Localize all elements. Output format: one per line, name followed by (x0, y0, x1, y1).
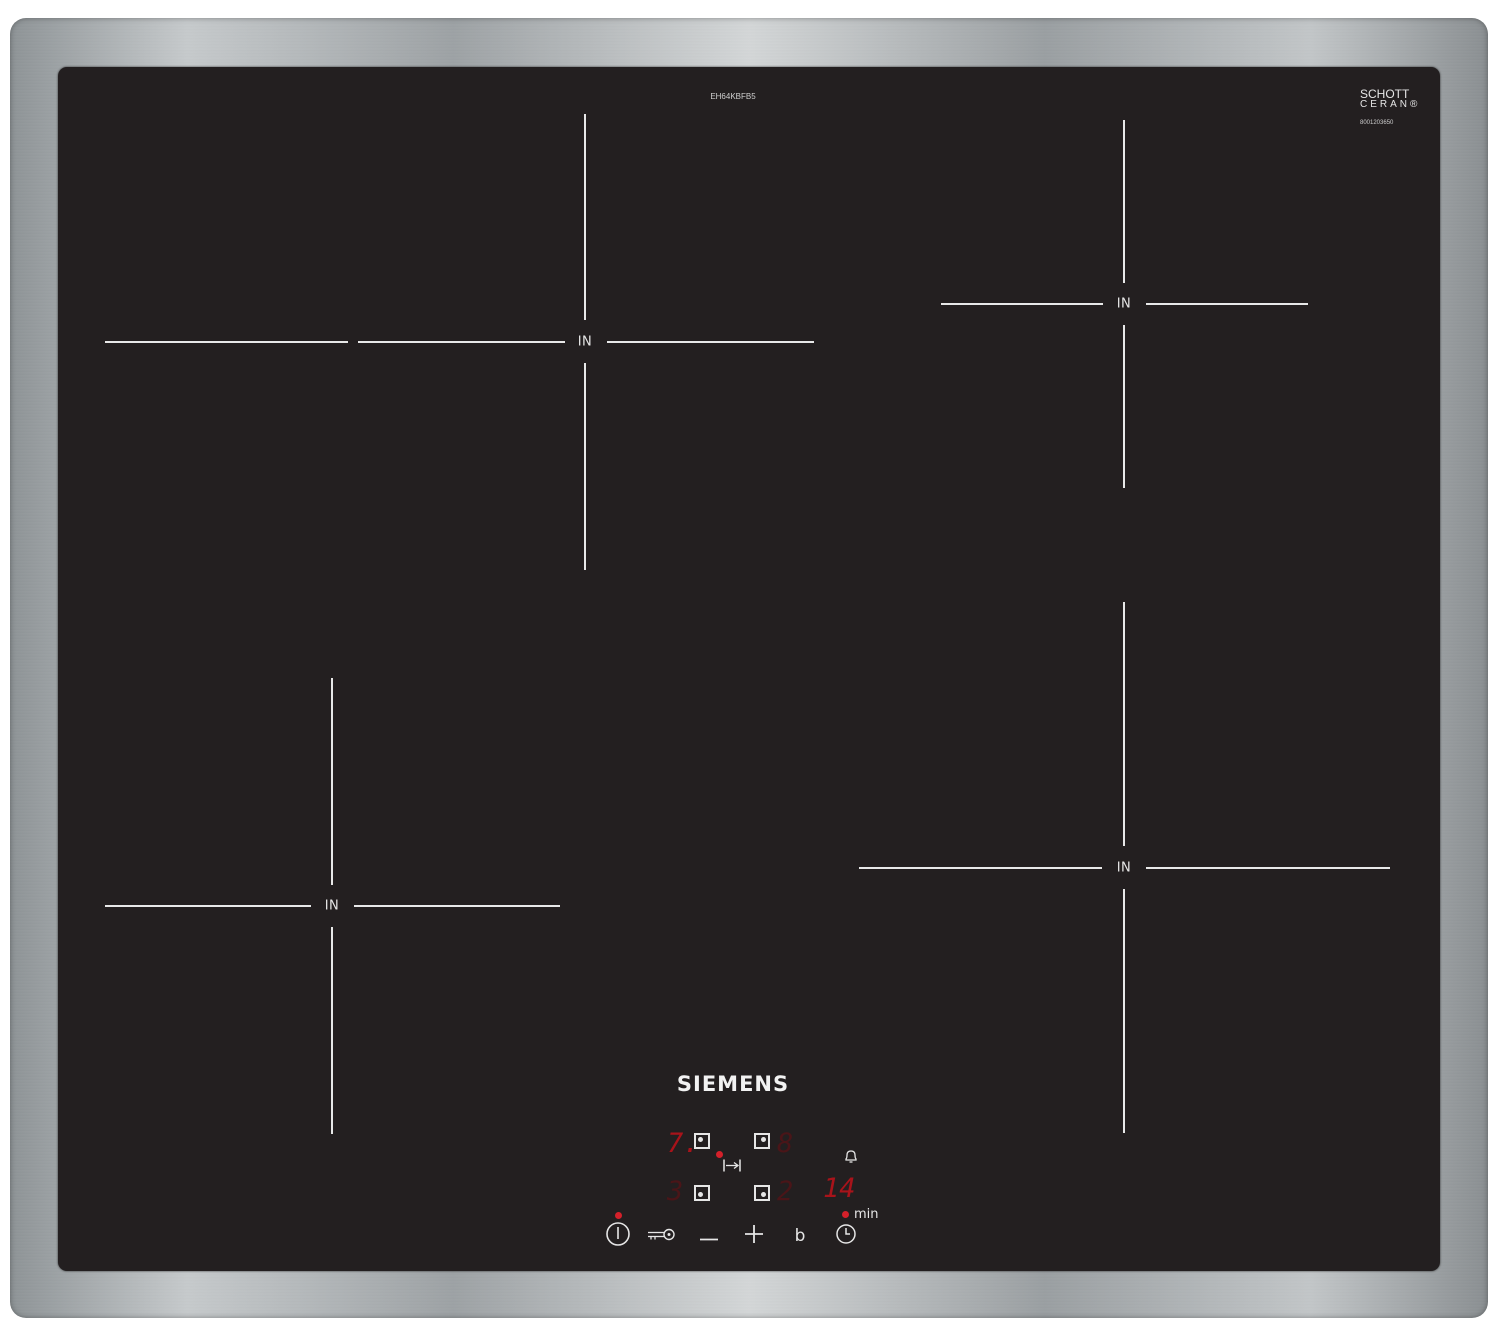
rear-right-power-level-display: 8 (777, 1128, 794, 1159)
zone-label: IN (1116, 860, 1132, 876)
zone-label: IN (324, 898, 340, 914)
zone-marker-line (105, 905, 311, 907)
zone-marker-line (607, 341, 814, 343)
combine-zone-icon[interactable] (723, 1158, 741, 1177)
zone-marker-line (358, 341, 565, 343)
zone-label: IN (577, 334, 593, 350)
zone-marker-line (354, 905, 560, 907)
brand-logo: SIEMENS (676, 1072, 790, 1096)
booster-button[interactable]: b (795, 1226, 806, 1246)
zone-marker-line (331, 678, 333, 885)
zone-marker-line (584, 114, 586, 320)
glass-maker-line2: CERAN® (1360, 99, 1421, 110)
rear-right-zone-selector-icon[interactable] (754, 1133, 770, 1149)
zone-marker-line (1123, 889, 1125, 1133)
bell-icon (843, 1148, 859, 1168)
zone-marker-line (1123, 120, 1125, 283)
plus-icon (745, 1225, 763, 1243)
minus-button[interactable] (699, 1227, 719, 1246)
rear-left-indicator-dot-icon (716, 1151, 723, 1158)
zone-marker-line (1146, 303, 1308, 305)
glass-code: 8001203650 (1360, 120, 1394, 126)
plus-button[interactable] (744, 1224, 764, 1248)
zone-marker-line (584, 363, 586, 570)
zone-marker-line (105, 341, 348, 343)
key-icon (648, 1228, 675, 1241)
zone-marker-line (1123, 325, 1125, 488)
zone-marker-line (859, 867, 1102, 869)
zone-marker-line (941, 303, 1103, 305)
minus-icon (700, 1238, 718, 1241)
timer-indicator-dot-icon (842, 1211, 849, 1218)
front-right-zone-selector-icon[interactable] (754, 1185, 770, 1201)
front-left-power-level-display: 3 (667, 1176, 684, 1207)
timer-unit-label: min (854, 1207, 879, 1222)
front-left-zone-selector-icon[interactable] (694, 1185, 710, 1201)
glass-maker-logo: SCHOTT CERAN® (1360, 88, 1420, 110)
model-number: EH64KBFB5 (710, 92, 756, 101)
timer-button[interactable] (835, 1223, 857, 1249)
zone-marker-line (1123, 602, 1125, 846)
power-indicator-dot-icon (615, 1212, 622, 1219)
child-lock-button[interactable] (647, 1227, 677, 1246)
power-button[interactable] (605, 1221, 631, 1251)
power-icon (606, 1222, 630, 1246)
clock-icon (836, 1224, 856, 1244)
zone-marker-line (1146, 867, 1390, 869)
timer-display: 14 (823, 1173, 856, 1204)
zone-label: IN (1116, 296, 1132, 312)
front-right-power-level-display: 2 (777, 1176, 794, 1207)
zone-marker-line (331, 927, 333, 1134)
rear-left-zone-selector-icon[interactable] (694, 1133, 710, 1149)
